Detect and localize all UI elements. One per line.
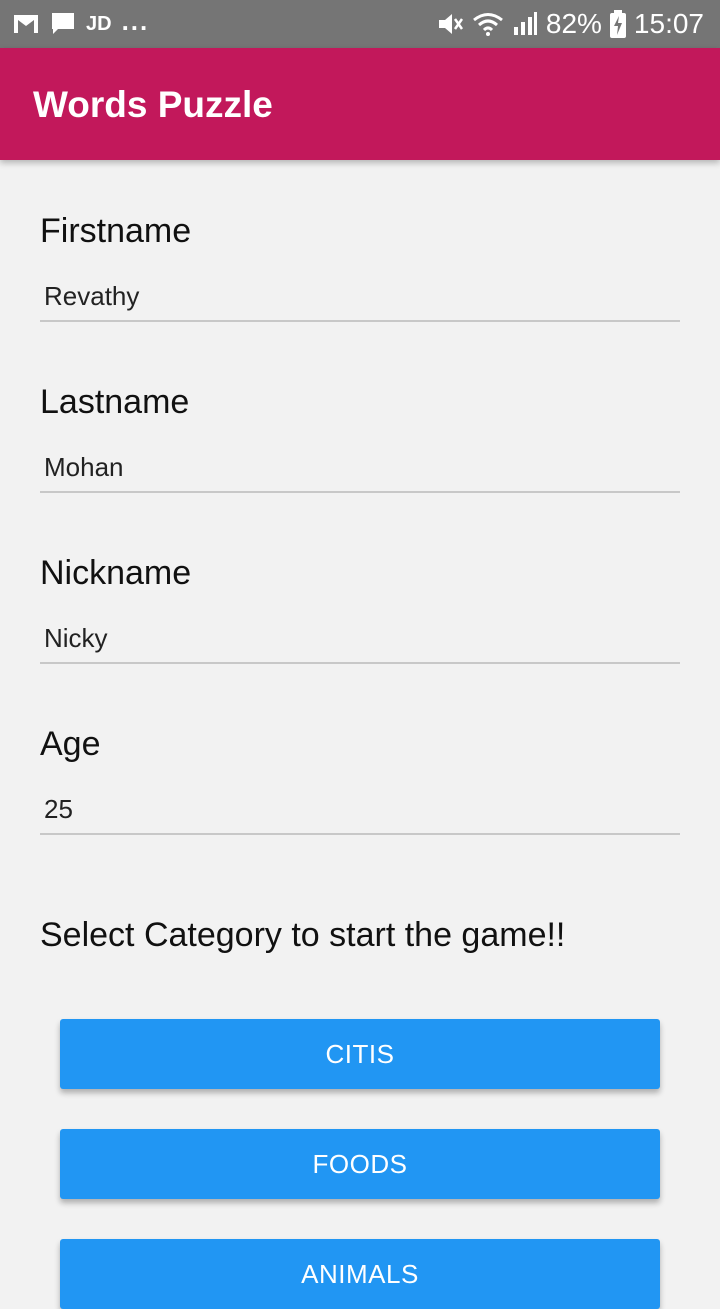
- category-button-animals[interactable]: ANIMALS: [60, 1239, 660, 1309]
- age-input[interactable]: [40, 785, 680, 835]
- gmail-icon: [14, 15, 38, 33]
- nickname-label: Nickname: [40, 554, 192, 592]
- nickname-input[interactable]: [40, 614, 680, 664]
- status-bar-left: JD ...: [12, 5, 150, 40]
- wifi-icon: [472, 13, 503, 36]
- clock: 15:07: [633, 8, 704, 39]
- battery-percent: 82%: [545, 8, 602, 39]
- app-title: Words Puzzle: [33, 84, 273, 125]
- age-label: Age: [40, 725, 101, 763]
- mute-icon: [438, 14, 463, 34]
- category-prompt: Select Category to start the game!!: [40, 916, 566, 954]
- status-bar: JD ... 82% 15:07: [0, 0, 720, 48]
- status-bar-right: 82% 15:07: [436, 8, 704, 40]
- lastname-input[interactable]: [40, 443, 680, 493]
- more-notifications: ...: [121, 5, 150, 36]
- category-button-citis[interactable]: CITIS: [60, 1019, 660, 1089]
- battery-charging-icon: [609, 10, 626, 38]
- signal-icon: [513, 12, 537, 35]
- app-bar: Words Puzzle: [0, 48, 720, 160]
- firstname-input[interactable]: [40, 272, 680, 322]
- jd-app-label: JD: [86, 12, 112, 35]
- firstname-label: Firstname: [40, 212, 192, 250]
- message-icon: [52, 13, 74, 34]
- category-button-foods[interactable]: FOODS: [60, 1129, 660, 1199]
- lastname-label: Lastname: [40, 383, 190, 421]
